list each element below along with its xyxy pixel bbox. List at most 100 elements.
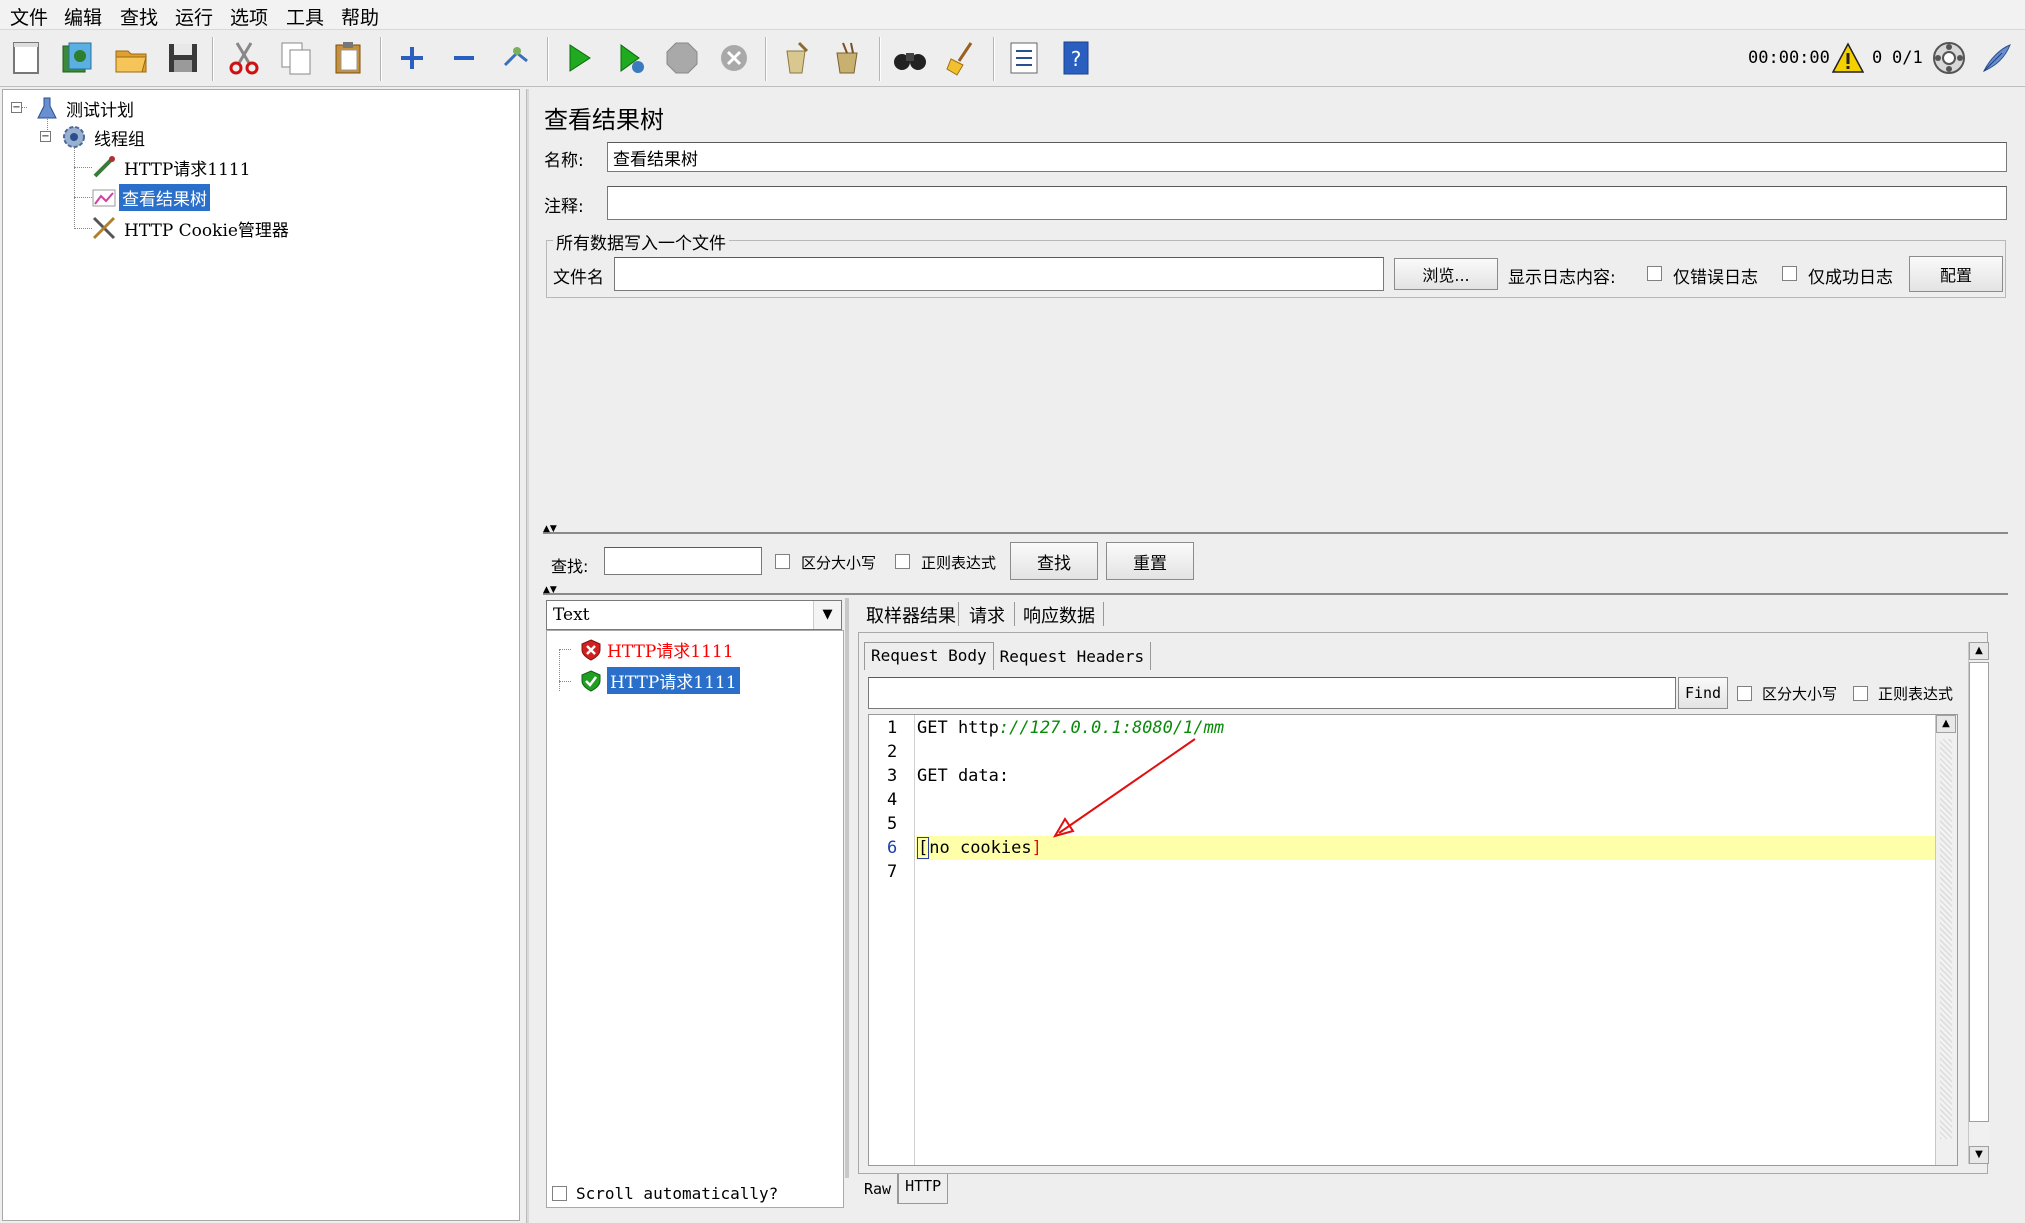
code-line-6: [no cookies]	[917, 837, 1042, 859]
menu-edit[interactable]: 编辑	[64, 3, 102, 30]
remote-engine-icon[interactable]	[1932, 41, 1966, 75]
chevron-down-icon[interactable]: ▼	[813, 601, 841, 629]
scroll-down-icon[interactable]: ▼	[1969, 1146, 1989, 1164]
menu-search[interactable]: 查找	[120, 3, 158, 30]
shutdown-icon	[711, 35, 757, 81]
sample-item-error[interactable]: HTTP请求1111	[579, 637, 734, 662]
tab-sampler-result[interactable]: 取样器结果	[863, 598, 959, 628]
scroll-up-icon[interactable]: ▲	[1969, 642, 1989, 660]
menu-tools[interactable]: 工具	[286, 3, 324, 30]
toolbar: ? 00:00:00 0 0/1	[0, 31, 2025, 87]
search-case-label: 区分大小写	[801, 554, 877, 572]
success-only-label: 仅成功日志	[1808, 268, 1893, 288]
cut-icon[interactable]	[221, 35, 267, 81]
editor-scroll-track[interactable]	[1940, 739, 1952, 1139]
search-field[interactable]	[604, 547, 762, 575]
menu-options[interactable]: 选项	[230, 3, 268, 30]
paste-icon[interactable]	[325, 35, 371, 81]
tree-item-http-request[interactable]: HTTP请求1111	[91, 154, 254, 180]
editor-scroll-up-icon[interactable]: ▲	[1936, 715, 1956, 733]
warning-icon[interactable]	[1831, 42, 1865, 74]
error-shield-icon	[581, 638, 601, 661]
request-body-editor[interactable]: 1 2 3 4 5 6 7 GET http://127.0.0.1:8080/…	[868, 714, 1958, 1166]
tab-http[interactable]: HTTP	[898, 1174, 949, 1204]
errors-only-checkbox[interactable]	[1647, 266, 1662, 281]
body-find-button[interactable]: Find	[1678, 677, 1728, 709]
toggle-icon[interactable]	[493, 35, 539, 81]
copy-icon[interactable]	[273, 35, 319, 81]
help-icon[interactable]: ?	[1053, 35, 1099, 81]
new-icon[interactable]	[4, 35, 50, 81]
editor-scrollbar[interactable]: ▲	[1935, 715, 1957, 1165]
clear-all-icon[interactable]	[825, 35, 871, 81]
tab-response-data[interactable]: 响应数据	[1020, 598, 1098, 628]
configure-button[interactable]: 配置	[1909, 256, 2003, 292]
renderer-value: Text	[553, 605, 590, 625]
reset-search-icon[interactable]	[939, 35, 985, 81]
renderer-select[interactable]: Text ▼	[546, 600, 842, 630]
tree-item-results-tree[interactable]: 查看结果树	[91, 183, 210, 211]
splitter-arrows-icon[interactable]: ▲▼	[543, 586, 557, 595]
templates-icon[interactable]	[54, 35, 100, 81]
scroll-auto-checkbox[interactable]	[552, 1186, 567, 1201]
outer-scrollbar[interactable]: ▲ ▼	[1968, 642, 1990, 1164]
errors-only-label: 仅错误日志	[1673, 268, 1758, 288]
tab-request[interactable]: 请求	[966, 598, 1008, 628]
tree-item-test-plan[interactable]: 测试计划	[35, 95, 137, 121]
scroll-thumb[interactable]	[1969, 662, 1989, 1122]
tab-request-body[interactable]: Request Body	[864, 642, 994, 670]
tree-item-thread-group[interactable]: 线程组	[61, 124, 148, 150]
comment-label: 注释:	[544, 197, 584, 217]
collapse-icon[interactable]	[441, 35, 487, 81]
tree-item-cookie-manager[interactable]: HTTP Cookie管理器	[91, 215, 292, 241]
body-regex-checkbox[interactable]	[1853, 686, 1868, 701]
tab-request-headers[interactable]: Request Headers	[994, 642, 1152, 670]
test-plan-icon	[37, 97, 57, 119]
annotation-arrow	[1052, 738, 1196, 838]
browse-button[interactable]: 浏览...	[1394, 258, 1498, 290]
menu-bar: 文件 编辑 查找 运行 选项 工具 帮助	[0, 0, 2025, 30]
comment-field[interactable]	[607, 186, 2007, 220]
search-icon[interactable]	[887, 35, 933, 81]
save-icon[interactable]	[160, 35, 206, 81]
splitter-arrows-icon[interactable]: ▲▼	[543, 525, 557, 534]
name-field[interactable]: 查看结果树	[607, 142, 2007, 172]
function-helper-icon[interactable]	[1001, 35, 1047, 81]
collapse-thread-group-toggle[interactable]: −	[40, 131, 51, 142]
expand-icon[interactable]	[389, 35, 435, 81]
splitter-bottom[interactable]	[543, 593, 2008, 595]
code-line-3: GET data:	[917, 766, 1010, 786]
start-icon[interactable]	[555, 35, 601, 81]
body-case-checkbox[interactable]	[1737, 686, 1752, 701]
collapse-test-plan-toggle[interactable]: −	[11, 102, 22, 113]
search-regex-checkbox[interactable]	[895, 554, 910, 569]
clear-icon[interactable]	[773, 35, 819, 81]
open-icon[interactable]	[108, 35, 154, 81]
cookie-manager-icon	[92, 216, 116, 240]
sample-item-success[interactable]: HTTP请求1111	[579, 667, 740, 694]
body-case-label: 区分大小写	[1762, 685, 1838, 703]
feather-icon[interactable]	[1980, 41, 2014, 75]
filename-label: 文件名	[553, 268, 604, 288]
sample-results-tree: HTTP请求1111 HTTP请求1111	[546, 630, 844, 1208]
page-title: 查看结果树	[544, 106, 664, 134]
success-only-checkbox[interactable]	[1782, 266, 1797, 281]
search-find-button[interactable]: 查找	[1010, 542, 1098, 580]
filename-field[interactable]	[614, 257, 1384, 291]
search-case-checkbox[interactable]	[775, 554, 790, 569]
search-label: 查找:	[551, 557, 589, 576]
start-no-pause-icon[interactable]	[607, 35, 653, 81]
splitter-top[interactable]	[543, 532, 2008, 534]
warning-count: 0	[1872, 48, 1883, 68]
tab-raw[interactable]: Raw	[858, 1174, 899, 1204]
menu-run[interactable]: 运行	[175, 3, 213, 30]
body-regex-label: 正则表达式	[1878, 685, 1954, 703]
body-find-field[interactable]	[868, 677, 1676, 709]
menu-file[interactable]: 文件	[10, 3, 48, 30]
menu-help[interactable]: 帮助	[341, 3, 379, 30]
request-subtabs: Request Body Request Headers	[864, 642, 1152, 670]
success-shield-icon	[581, 669, 601, 692]
results-splitter[interactable]	[845, 598, 849, 1178]
render-mode-tabs: Raw HTTP	[858, 1174, 949, 1204]
search-reset-button[interactable]: 重置	[1106, 542, 1194, 580]
